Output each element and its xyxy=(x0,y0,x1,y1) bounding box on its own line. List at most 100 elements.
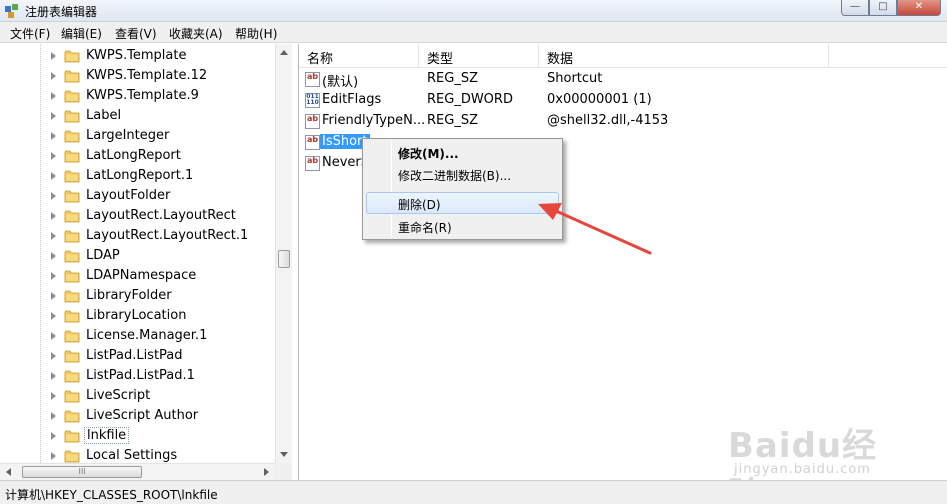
expand-arrow-icon[interactable] xyxy=(51,172,56,180)
scroll-left-icon[interactable] xyxy=(6,468,11,476)
menu-view[interactable]: 查看(V) xyxy=(115,25,157,42)
tree-item[interactable]: LDAPNamespace xyxy=(0,266,280,286)
tree-item-label: LargeInteger xyxy=(86,128,170,143)
tree-item[interactable]: LDAP xyxy=(0,246,280,266)
expand-arrow-icon[interactable] xyxy=(51,212,56,220)
tree-item-label: LDAP xyxy=(86,248,120,263)
expand-arrow-icon[interactable] xyxy=(51,272,56,280)
tree-item[interactable]: lnkfile xyxy=(0,426,280,446)
watermark-url: jingyan.baidu.com xyxy=(734,462,871,477)
menu-edit[interactable]: 编辑(E) xyxy=(61,25,102,42)
list-row[interactable]: ab (默认) REG_SZ Shortcut xyxy=(299,69,947,90)
value-data: Shortcut xyxy=(547,71,603,86)
list-row[interactable]: 011 110 EditFlags REG_DWORD 0x00000001 (1) xyxy=(299,90,947,111)
folder-icon xyxy=(64,309,80,323)
binary-value-icon: 011 110 xyxy=(305,93,320,108)
expand-arrow-icon[interactable] xyxy=(51,192,56,200)
tree-item-label: LatLongReport xyxy=(86,148,181,163)
close-button[interactable]: ✕ xyxy=(897,0,941,16)
folder-icon xyxy=(64,169,80,183)
tree-item[interactable]: ListPad.ListPad.1 xyxy=(0,366,280,386)
minimize-button[interactable]: — xyxy=(841,0,869,16)
tree-item[interactable]: LibraryLocation xyxy=(0,306,280,326)
scroll-thumb[interactable]: III xyxy=(22,466,142,478)
tree-item[interactable]: LayoutRect.LayoutRect.1 xyxy=(0,226,280,246)
folder-icon xyxy=(64,89,80,103)
column-data[interactable]: 数据 xyxy=(539,44,829,68)
expand-arrow-icon[interactable] xyxy=(51,312,56,320)
tree-item[interactable]: LatLongReport.1 xyxy=(0,166,280,186)
expand-arrow-icon[interactable] xyxy=(51,132,56,140)
list-row[interactable]: ab FriendlyTypeN... REG_SZ @shell32.dll,-41… xyxy=(299,111,947,132)
menu-file[interactable]: 文件(F) xyxy=(10,25,50,42)
tree-item[interactable]: LibraryFolder xyxy=(0,286,280,306)
string-value-icon: ab xyxy=(305,72,320,87)
expand-arrow-icon[interactable] xyxy=(51,372,56,380)
menu-bar: 文件(F) 编辑(E) 查看(V) 收藏夹(A) 帮助(H) xyxy=(0,22,947,43)
tree-item-label: LayoutRect.LayoutRect xyxy=(86,208,236,223)
tree-vertical-scrollbar[interactable] xyxy=(275,44,292,463)
string-value-icon: ab xyxy=(305,114,320,129)
value-type: REG_SZ xyxy=(427,113,478,128)
expand-arrow-icon[interactable] xyxy=(51,352,56,360)
value-name: FriendlyTypeN... xyxy=(322,113,426,128)
menu-help[interactable]: 帮助(H) xyxy=(235,25,277,42)
tree-item[interactable]: LayoutRect.LayoutRect xyxy=(0,206,280,226)
scroll-right-icon[interactable] xyxy=(264,468,269,476)
expand-arrow-icon[interactable] xyxy=(51,392,56,400)
tree-item[interactable]: LayoutFolder xyxy=(0,186,280,206)
tree-item[interactable]: KWPS.Template xyxy=(0,46,280,66)
tree-item-label: ListPad.ListPad.1 xyxy=(86,368,195,383)
status-path: 计算机\HKEY_CLASSES_ROOT\lnkfile xyxy=(5,488,218,502)
tree-item[interactable]: KWPS.Template.12 xyxy=(0,66,280,86)
title-bar: 注册表编辑器 — □ ✕ xyxy=(0,0,947,22)
registry-value-list[interactable]: 名称 类型 数据 ab (默认) REG_SZ Shortcut 011 110 Edit… xyxy=(298,44,947,480)
tree-item[interactable]: Label xyxy=(0,106,280,126)
tree-item[interactable]: License.Manager.1 xyxy=(0,326,280,346)
expand-arrow-icon[interactable] xyxy=(51,292,56,300)
registry-key-tree[interactable]: KWPS.Template KWPS.Template.12 KWPS.Templa… xyxy=(0,44,292,480)
tree-item-label: LibraryFolder xyxy=(86,288,172,303)
menu-item-rename[interactable]: 重命名(R) xyxy=(366,215,559,237)
tree-item[interactable]: LargeInteger xyxy=(0,126,280,146)
value-type: REG_DWORD xyxy=(427,92,513,107)
folder-icon xyxy=(64,249,80,263)
tree-item-label: lnkfile xyxy=(84,427,130,444)
folder-icon xyxy=(64,149,80,163)
scroll-up-icon[interactable] xyxy=(280,50,288,55)
expand-arrow-icon[interactable] xyxy=(51,432,56,440)
expand-arrow-icon[interactable] xyxy=(51,152,56,160)
status-bar: 计算机\HKEY_CLASSES_ROOT\lnkfile xyxy=(0,480,947,504)
expand-arrow-icon[interactable] xyxy=(51,412,56,420)
tree-item[interactable]: KWPS.Template.9 xyxy=(0,86,280,106)
expand-arrow-icon[interactable] xyxy=(51,452,56,460)
tree-item-label: LayoutRect.LayoutRect.1 xyxy=(86,228,249,243)
expand-arrow-icon[interactable] xyxy=(51,72,56,80)
column-name[interactable]: 名称 xyxy=(299,44,419,68)
tree-item-label: LayoutFolder xyxy=(86,188,171,203)
folder-icon xyxy=(64,49,80,63)
menu-item-label: 修改二进制数据(B)... xyxy=(398,169,512,183)
tree-horizontal-scrollbar[interactable]: III xyxy=(0,463,275,480)
tree-item-label: Local Settings xyxy=(86,448,178,463)
regedit-icon xyxy=(5,4,18,18)
scroll-down-icon[interactable] xyxy=(280,452,288,457)
tree-item[interactable]: ListPad.ListPad xyxy=(0,346,280,366)
expand-arrow-icon[interactable] xyxy=(51,112,56,120)
expand-arrow-icon[interactable] xyxy=(51,92,56,100)
maximize-button[interactable]: □ xyxy=(869,0,897,16)
tree-item[interactable]: LatLongReport xyxy=(0,146,280,166)
expand-arrow-icon[interactable] xyxy=(51,232,56,240)
column-type[interactable]: 类型 xyxy=(419,44,539,68)
tree-item[interactable]: LiveScript xyxy=(0,386,280,406)
expand-arrow-icon[interactable] xyxy=(51,252,56,260)
scroll-thumb[interactable] xyxy=(278,250,290,268)
menu-favorites[interactable]: 收藏夹(A) xyxy=(169,25,223,42)
menu-item-modify-binary[interactable]: 修改二进制数据(B)... xyxy=(366,163,559,185)
tree-item[interactable]: LiveScript Author xyxy=(0,406,280,426)
expand-arrow-icon[interactable] xyxy=(51,52,56,60)
menu-item-modify[interactable]: 修改(M)... xyxy=(366,141,559,163)
menu-item-delete[interactable]: 删除(D) xyxy=(366,192,559,214)
expand-arrow-icon[interactable] xyxy=(51,332,56,340)
string-value-icon: ab xyxy=(305,135,320,150)
